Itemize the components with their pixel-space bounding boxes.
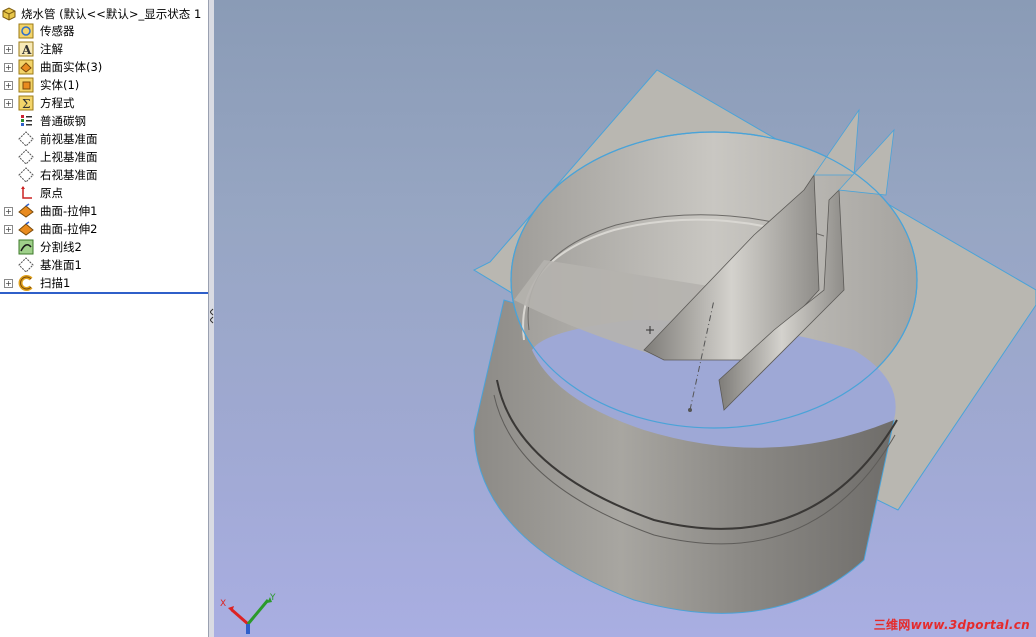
tree-item-label: 曲面-拉伸1 [40, 204, 98, 218]
svg-text:Σ: Σ [22, 97, 30, 111]
tree-item-material[interactable]: 普通碳钢 [0, 112, 208, 130]
expand-toggle[interactable]: + [4, 207, 13, 216]
triad-x-label: X [220, 599, 226, 609]
tree-item-surface-bodies[interactable]: + 曲面实体(3) [0, 58, 208, 76]
tree-item-label: 分割线2 [40, 240, 82, 254]
tree-item-label: 传感器 [40, 24, 75, 38]
tree-item-label: 原点 [40, 186, 63, 200]
tree-item-surface-extrude-1[interactable]: + 曲面-拉伸1 [0, 202, 208, 220]
sweep-icon [18, 275, 34, 291]
tree-item-sweep-1[interactable]: + 扫描1 [0, 274, 208, 292]
tree-item-annotations[interactable]: + A 注解 [0, 40, 208, 58]
tree-item-label: 实体(1) [40, 78, 80, 92]
tree-item-label: 曲面实体(3) [40, 60, 103, 74]
view-triad: X Y [218, 588, 278, 636]
plane-icon [18, 257, 34, 273]
plane-icon [18, 149, 34, 165]
surface-extrude-icon [18, 203, 34, 219]
equations-icon: Σ [18, 95, 34, 111]
tree-item-equations[interactable]: + Σ 方程式 [0, 94, 208, 112]
tree-item-plane-1[interactable]: 基准面1 [0, 256, 208, 274]
tree-item-top-plane[interactable]: 上视基准面 [0, 148, 208, 166]
part-icon [1, 6, 17, 22]
expand-toggle[interactable]: + [4, 225, 13, 234]
tree-item-solid-bodies[interactable]: + 实体(1) [0, 76, 208, 94]
tree-item-front-plane[interactable]: 前视基准面 [0, 130, 208, 148]
graphics-viewport[interactable]: X Y 三维网www.3dportal.cn [214, 0, 1036, 637]
origin-icon [18, 185, 34, 201]
expand-toggle[interactable]: + [4, 63, 13, 72]
tree-item-label: 右视基准面 [40, 168, 98, 182]
plane-icon [18, 167, 34, 183]
solid-bodies-icon [18, 77, 34, 93]
expand-toggle[interactable]: + [4, 45, 13, 54]
tree-item-label: 前视基准面 [40, 132, 98, 146]
tree-item-label: 上视基准面 [40, 150, 98, 164]
split-line-icon [18, 239, 34, 255]
tree-item-label: 曲面-拉伸2 [40, 222, 98, 236]
watermark-url: www.3dportal.cn [910, 618, 1030, 632]
tree-item-split-line-2[interactable]: 分割线2 [0, 238, 208, 256]
sensor-icon [18, 23, 34, 39]
expand-toggle[interactable]: + [4, 99, 13, 108]
watermark-cn: 三维网 [873, 618, 911, 632]
tree-item-label: 注解 [40, 42, 63, 56]
feature-manager-tree: 烧水管 (默认<<默认>_显示状态 1 传感器 + A 注解 + 曲面实体(3)… [0, 0, 209, 637]
tree-root-part[interactable]: 烧水管 (默认<<默认>_显示状态 1 [0, 5, 208, 23]
expand-toggle[interactable]: + [4, 279, 13, 288]
expand-toggle[interactable]: + [4, 81, 13, 90]
tree-item-sensors[interactable]: 传感器 [0, 22, 208, 40]
tree-empty-area [0, 295, 208, 637]
site-watermark: 三维网www.3dportal.cn [874, 616, 1030, 633]
plane-icon [18, 131, 34, 147]
tree-root-label: 烧水管 (默认<<默认>_显示状态 1 [21, 7, 202, 21]
surface-extrude-icon [18, 221, 34, 237]
model-render [472, 69, 1036, 614]
triad-y-label: Y [269, 593, 276, 603]
svg-text:A: A [21, 43, 32, 57]
material-icon [18, 113, 34, 129]
rollback-bar[interactable] [0, 292, 208, 294]
tree-item-surface-extrude-2[interactable]: + 曲面-拉伸2 [0, 220, 208, 238]
tree-item-label: 扫描1 [40, 276, 71, 290]
annotation-icon: A [18, 41, 34, 57]
tree-item-label: 方程式 [40, 96, 75, 110]
tree-item-label: 基准面1 [40, 258, 82, 272]
tree-item-right-plane[interactable]: 右视基准面 [0, 166, 208, 184]
tree-item-label: 普通碳钢 [40, 114, 86, 128]
tree-item-origin[interactable]: 原点 [0, 184, 208, 202]
surface-bodies-icon [18, 59, 34, 75]
